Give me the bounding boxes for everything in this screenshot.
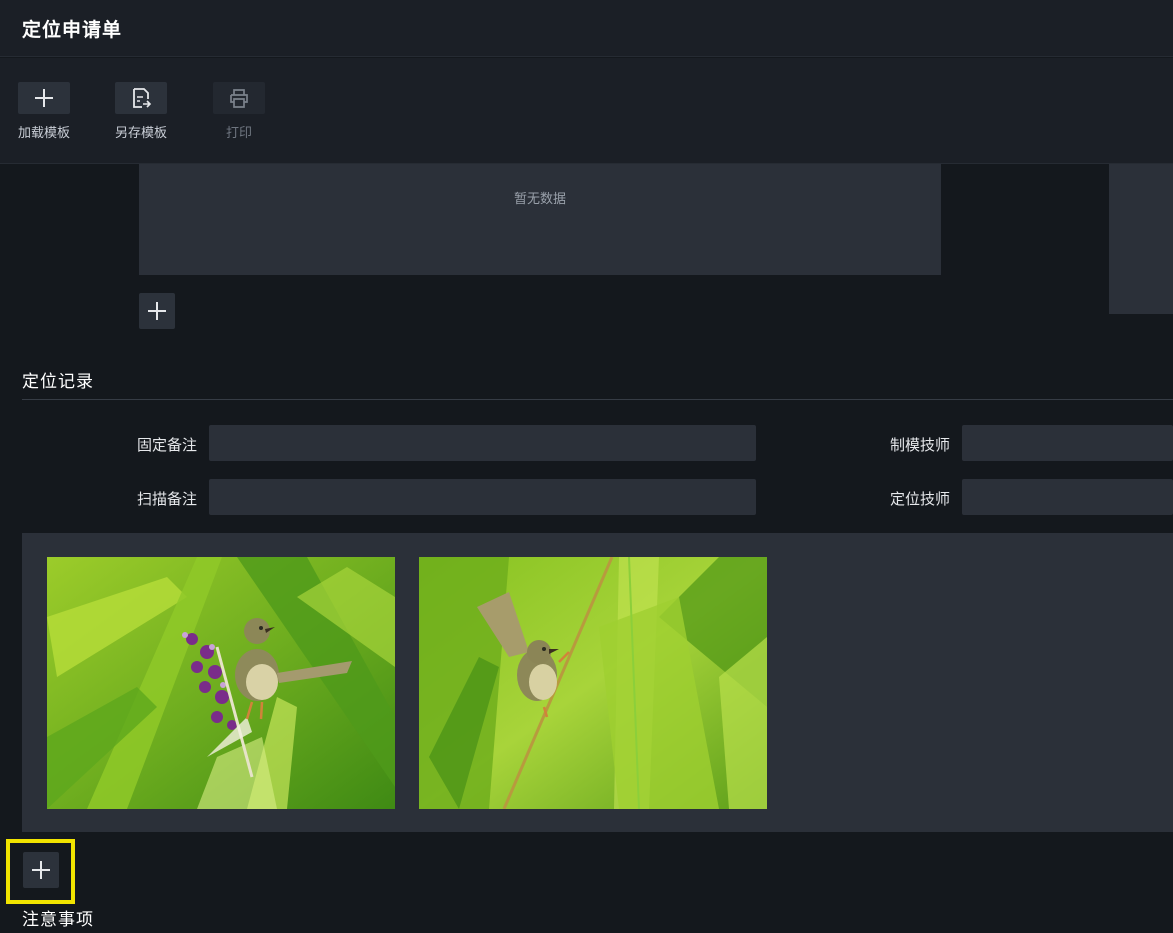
save-template-label: 另存模板 bbox=[114, 126, 167, 141]
plus-icon bbox=[148, 302, 166, 320]
mold-technician-label: 制模技师 bbox=[889, 436, 950, 454]
printer-icon bbox=[213, 82, 265, 114]
highlight-box bbox=[6, 839, 75, 904]
title-bar: 定位申请单 bbox=[0, 0, 1173, 57]
print-label: 打印 bbox=[225, 126, 252, 141]
scan-note-label: 扫描备注 bbox=[136, 490, 197, 508]
empty-data-panel: 暂无数据 bbox=[139, 164, 941, 275]
bird-photo-1[interactable] bbox=[47, 557, 395, 809]
mold-technician-input[interactable] bbox=[962, 425, 1173, 461]
empty-data-text: 暂无数据 bbox=[513, 192, 566, 207]
app-root: 定位申请单 加载模板 另存模板 打印 暂无数据 定位记录 固定备注 扫描备注 制… bbox=[0, 0, 1173, 933]
load-template-label: 加载模板 bbox=[17, 126, 70, 141]
fixed-note-input[interactable] bbox=[209, 425, 756, 461]
plus-icon bbox=[18, 82, 70, 114]
positioning-technician-label: 定位技师 bbox=[889, 490, 950, 508]
notes-title: 注意事项 bbox=[22, 910, 94, 930]
bird-photo-2[interactable] bbox=[419, 557, 767, 809]
image-gallery bbox=[22, 533, 1173, 832]
load-template-button[interactable]: 加载模板 bbox=[9, 82, 79, 142]
section-divider bbox=[22, 399, 1173, 400]
fixed-note-label: 固定备注 bbox=[136, 436, 197, 454]
scan-note-input[interactable] bbox=[209, 479, 756, 515]
save-template-button[interactable]: 另存模板 bbox=[106, 82, 176, 142]
positioning-technician-input[interactable] bbox=[962, 479, 1173, 515]
add-row-button[interactable] bbox=[139, 293, 175, 329]
positioning-record-title: 定位记录 bbox=[22, 372, 94, 392]
print-button[interactable]: 打印 bbox=[204, 82, 274, 142]
save-as-icon bbox=[115, 82, 167, 114]
side-panel bbox=[1109, 164, 1173, 314]
toolbar: 加载模板 另存模板 打印 bbox=[0, 58, 1173, 164]
page-title: 定位申请单 bbox=[22, 19, 123, 41]
